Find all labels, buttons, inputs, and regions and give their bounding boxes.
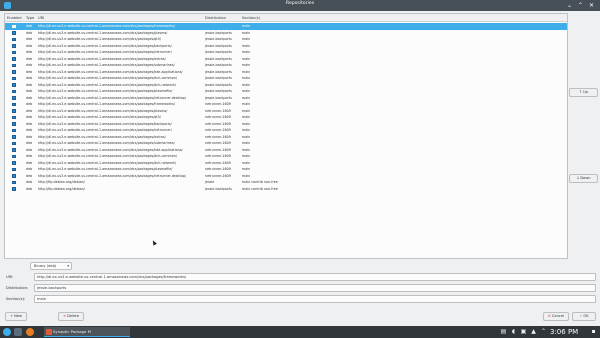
enabled-checkbox[interactable]	[12, 115, 16, 120]
header-sections[interactable]: Section(s)	[242, 14, 260, 22]
enabled-checkbox[interactable]	[12, 135, 16, 139]
taskbar-task-synaptic[interactable]: Synaptic Package M	[44, 327, 130, 337]
header-uri[interactable]: URI	[38, 14, 44, 22]
cell-type: deb	[26, 186, 33, 191]
chevron-down-icon: ▾	[67, 264, 69, 268]
uri-label: URI:	[6, 275, 14, 279]
up-button[interactable]: ↑Up	[569, 88, 598, 97]
enabled-checkbox[interactable]	[12, 148, 16, 152]
close-icon[interactable]: ✕	[588, 2, 595, 9]
check-icon: ✓	[579, 314, 583, 318]
cancel-icon: ⊘	[547, 314, 551, 318]
enabled-checkbox[interactable]	[12, 83, 16, 87]
delete-icon: ✕	[63, 314, 67, 318]
cell-uri: http://ftp.debian.org/debian/	[38, 186, 85, 191]
table-header: Enabled Type URI Distribution Section(s)	[5, 14, 567, 22]
enabled-checkbox[interactable]	[12, 63, 16, 68]
table-row[interactable]: deb http://ftp.debian.org/debian/jessie-b…	[5, 186, 567, 193]
enabled-checkbox[interactable]	[12, 96, 16, 100]
enabled-checkbox[interactable]	[12, 57, 16, 61]
arrow-down-icon: ↓	[576, 176, 580, 180]
distribution-label: Distribution:	[6, 286, 29, 290]
uri-field[interactable]: http://dl.ex-us3.e-website.us-central-1.…	[34, 273, 596, 281]
enabled-checkbox[interactable]	[12, 174, 16, 178]
window-title: Repositories	[285, 1, 315, 6]
repositories-window: Repositories ⌄ ⌃ ✕ Enabled Type URI Dist…	[0, 0, 600, 326]
volume-icon[interactable]: ◖	[510, 328, 517, 336]
ok-button[interactable]: ✓OK	[572, 312, 596, 321]
enabled-checkbox[interactable]	[12, 167, 16, 172]
enabled-checkbox[interactable]	[12, 141, 16, 146]
app-launcher-icon[interactable]	[3, 328, 11, 336]
cell-distribution: jessie-backports	[205, 186, 232, 191]
sections-label: Section(s):	[6, 297, 26, 301]
file-manager-icon[interactable]	[14, 328, 22, 336]
enabled-checkbox[interactable]	[12, 37, 16, 42]
plus-icon: +	[10, 314, 14, 318]
clock[interactable]: 3:06 PM	[550, 326, 578, 338]
synaptic-icon	[46, 329, 52, 335]
repository-table[interactable]: Enabled Type URI Distribution Section(s)…	[4, 13, 568, 259]
enabled-checkbox[interactable]	[12, 31, 16, 35]
title-bar: Repositories ⌄ ⌃ ✕	[0, 0, 600, 11]
desktop-icon[interactable]: ▪	[590, 328, 597, 336]
distribution-field[interactable]: jessie-backports	[34, 284, 596, 292]
taskbar: Synaptic Package M ▤ ◖ ▣ ▲ ⌃ 3:06 PM ▪	[0, 326, 600, 338]
header-type[interactable]: Type	[26, 14, 34, 22]
cell-sections: main contrib non-free	[242, 186, 278, 191]
enabled-checkbox[interactable]	[12, 154, 16, 159]
sections-field[interactable]: main	[34, 295, 596, 303]
enabled-checkbox[interactable]	[12, 161, 16, 165]
header-enabled[interactable]: Enabled	[7, 14, 22, 22]
enabled-checkbox[interactable]	[12, 50, 16, 55]
enabled-checkbox[interactable]	[12, 122, 16, 126]
enabled-checkbox[interactable]	[12, 180, 16, 185]
header-distribution[interactable]: Distribution	[205, 14, 226, 22]
tray-expand-icon[interactable]: ⌃	[540, 328, 547, 336]
new-button[interactable]: +New	[5, 312, 27, 321]
enabled-checkbox[interactable]	[12, 76, 16, 81]
enabled-checkbox[interactable]	[12, 70, 16, 74]
type-select[interactable]: Binary (deb) ▾	[30, 262, 72, 270]
enabled-checkbox[interactable]	[12, 44, 16, 48]
enabled-checkbox[interactable]	[12, 24, 16, 29]
notifications-icon[interactable]: ▲	[530, 328, 537, 336]
table-body: deb http://dl.ex-us3.e-website.us-central…	[5, 23, 567, 192]
enabled-checkbox[interactable]	[12, 187, 16, 191]
network-icon[interactable]: ▣	[520, 328, 527, 336]
enabled-checkbox[interactable]	[12, 128, 16, 133]
minimize-icon[interactable]: ⌄	[566, 2, 573, 9]
maximize-icon[interactable]: ⌃	[577, 2, 584, 9]
delete-button[interactable]: ✕Delete	[58, 312, 84, 321]
clipboard-icon[interactable]: ▤	[500, 328, 507, 336]
enabled-checkbox[interactable]	[12, 102, 16, 107]
down-button[interactable]: ↓Down	[569, 174, 598, 183]
enabled-checkbox[interactable]	[12, 89, 16, 94]
enabled-checkbox[interactable]	[12, 109, 16, 113]
firefox-icon[interactable]	[26, 328, 34, 336]
arrow-up-icon: ↑	[579, 90, 583, 94]
cancel-button[interactable]: ⊘Cancel	[543, 312, 569, 321]
